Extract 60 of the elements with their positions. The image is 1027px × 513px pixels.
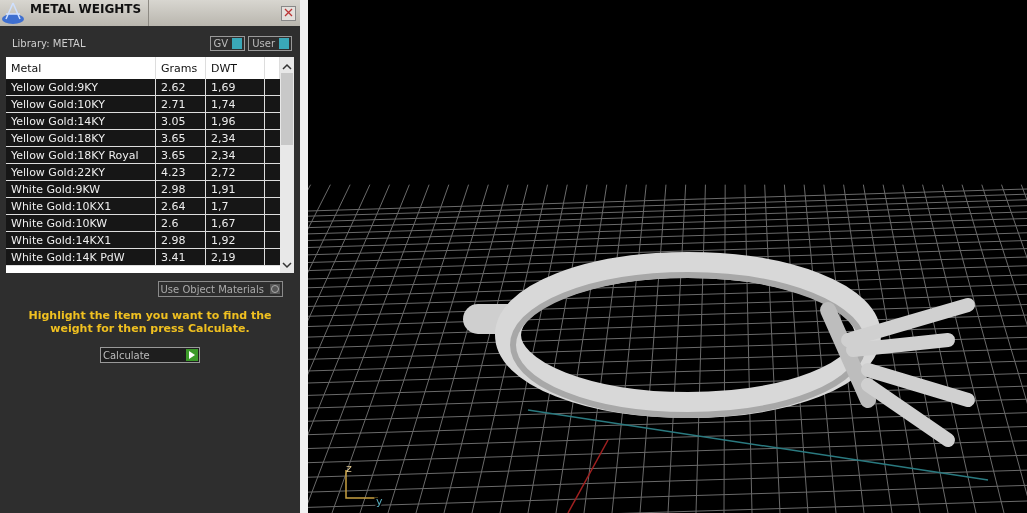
table-cell[interactable]: 3.05: [156, 113, 206, 130]
table-cell: [265, 130, 280, 147]
scroll-down-icon[interactable]: [282, 261, 292, 269]
table-cell: [265, 198, 280, 215]
table-cell[interactable]: 2,19: [206, 249, 265, 266]
table-cell[interactable]: Yellow Gold:22KY: [6, 164, 156, 181]
table-cell: [265, 232, 280, 249]
table-cell[interactable]: Yellow Gold:18KY Royal: [6, 147, 156, 164]
table-cell[interactable]: 3.41: [156, 249, 206, 266]
table-cell: [265, 181, 280, 198]
table-cell: [265, 96, 280, 113]
use-object-materials-option[interactable]: Use Object Materials: [157, 281, 283, 297]
table-cell[interactable]: White Gold:9KW: [6, 181, 156, 198]
table-cell[interactable]: Yellow Gold:14KY: [6, 113, 156, 130]
table-cell: [265, 215, 280, 232]
table-cell: [265, 147, 280, 164]
play-icon: [186, 349, 198, 361]
table-cell[interactable]: 2.62: [156, 79, 206, 96]
table-cell[interactable]: 2.64: [156, 198, 206, 215]
table-cell[interactable]: 1,69: [206, 79, 265, 96]
table-cell[interactable]: 1,96: [206, 113, 265, 130]
table-cell[interactable]: 4.23: [156, 164, 206, 181]
table-cell: [265, 113, 280, 130]
table-cell[interactable]: Yellow Gold:9KY: [6, 79, 156, 96]
table-cell[interactable]: 3.65: [156, 147, 206, 164]
table-cell[interactable]: 2,72: [206, 164, 265, 181]
table-cell[interactable]: White Gold:14KX1: [6, 232, 156, 249]
table-cell[interactable]: 1,92: [206, 232, 265, 249]
library-label: Library: METAL: [12, 38, 86, 49]
table-cell[interactable]: 1,67: [206, 215, 265, 232]
table-cell[interactable]: 2.71: [156, 96, 206, 113]
table-cell[interactable]: 2.98: [156, 232, 206, 249]
table-cell[interactable]: 2,34: [206, 130, 265, 147]
table-cell[interactable]: White Gold:10KW: [6, 215, 156, 232]
table-cell[interactable]: 2.6: [156, 215, 206, 232]
table-cell: [265, 164, 280, 181]
panel-title: METAL WEIGHTS: [0, 0, 149, 26]
axis-label: z: [346, 462, 352, 475]
table-cell[interactable]: 1,7: [206, 198, 265, 215]
table-cell: [265, 79, 280, 96]
table-cell[interactable]: 2,34: [206, 147, 265, 164]
table-cell[interactable]: 1,91: [206, 181, 265, 198]
toggle-switch[interactable]: GV: [209, 36, 246, 51]
table-cell[interactable]: 1,74: [206, 96, 265, 113]
logo-icon: [1, 1, 25, 25]
close-button[interactable]: [281, 6, 296, 21]
scrollbar-thumb[interactable]: [281, 73, 293, 145]
calculate-button[interactable]: Calculate: [100, 347, 200, 363]
table-cell: [265, 249, 280, 266]
axis-label: y: [376, 495, 383, 508]
scrollbar[interactable]: [280, 57, 294, 273]
table-cell[interactable]: 2.98: [156, 181, 206, 198]
table-cell[interactable]: White Gold:10KX1: [6, 198, 156, 215]
scroll-up-icon[interactable]: [282, 63, 292, 71]
table-cell[interactable]: 3.65: [156, 130, 206, 147]
table-cell[interactable]: White Gold:14K PdW: [6, 249, 156, 266]
instruction-text: Highlight the item you want to find the weight for then press Calculate.: [27, 308, 273, 335]
table-cell[interactable]: Yellow Gold:18KY: [6, 130, 156, 147]
table-cell[interactable]: Yellow Gold:10KY: [6, 96, 156, 113]
toggle-switch[interactable]: User: [248, 36, 292, 51]
